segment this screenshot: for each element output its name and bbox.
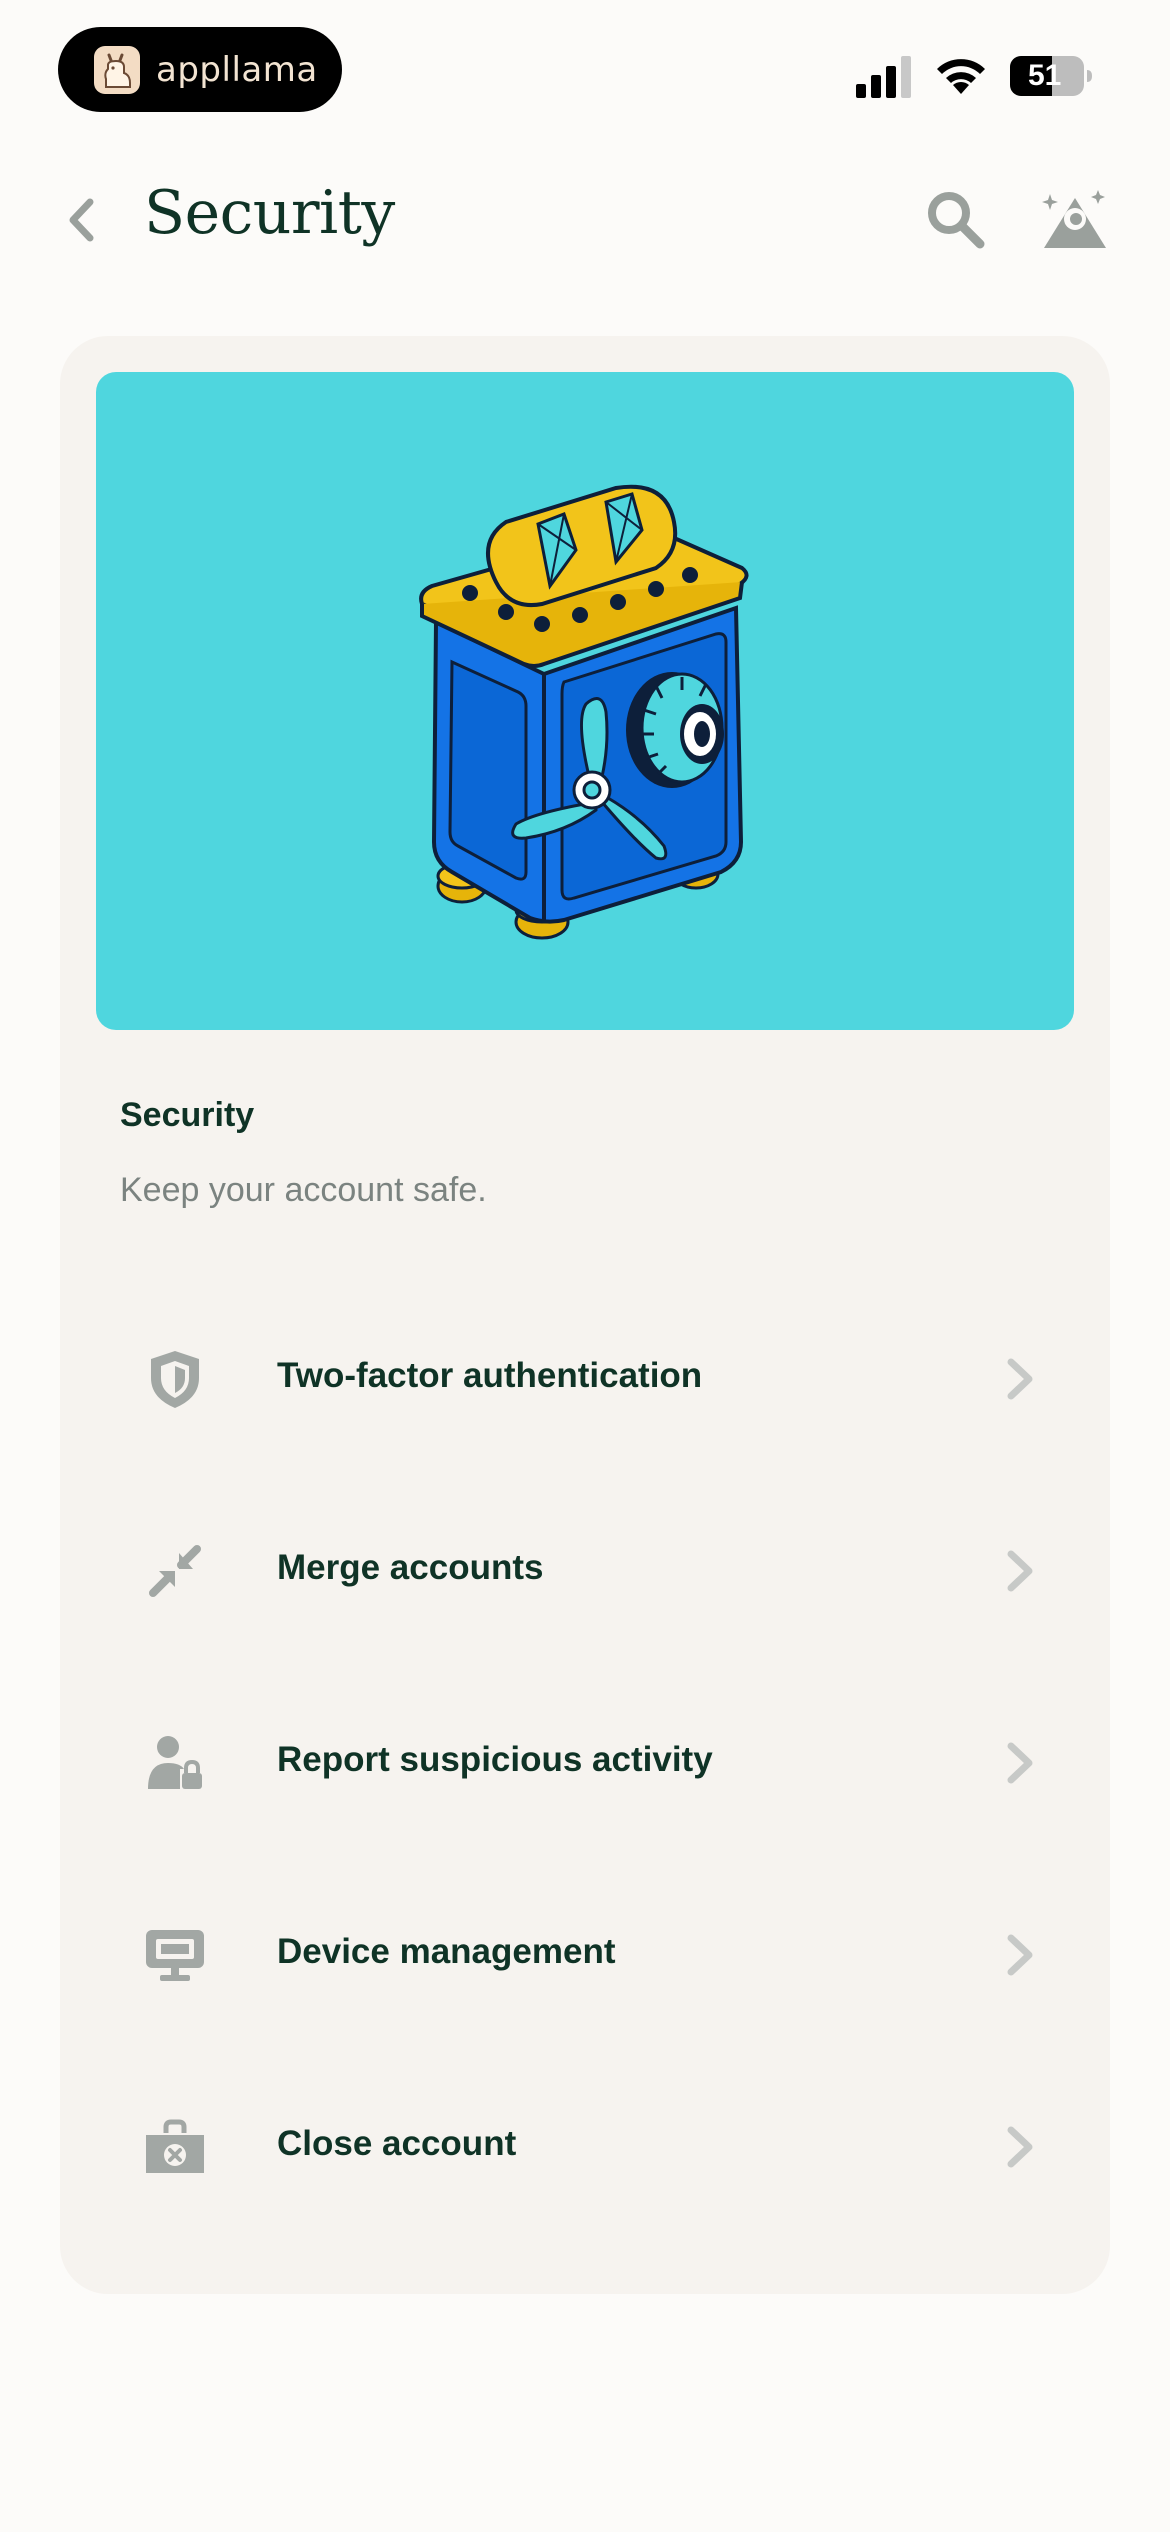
menu-item-label: Two-factor authentication: [277, 1356, 703, 1395]
menu-item-report-suspicious-activity[interactable]: Report suspicious activity: [60, 1666, 1110, 1858]
page-title: Security: [144, 178, 395, 248]
security-menu: Two-factor authentication Merge accounts: [60, 1282, 1110, 2242]
status-bar: appllama 51: [0, 0, 1170, 130]
battery-icon: 51: [1010, 56, 1092, 96]
profile-button[interactable]: [1040, 186, 1110, 252]
top-navigation: Security: [0, 160, 1170, 280]
monitor-icon: [144, 1924, 206, 1986]
section-subtitle: Keep your account safe.: [120, 1171, 487, 1209]
app-name: appllama: [156, 49, 318, 90]
section-heading: Security: [120, 1096, 255, 1134]
menu-item-close-account[interactable]: Close account: [60, 2050, 1110, 2242]
chevron-right-icon: [1007, 1358, 1033, 1400]
safe-illustration: [419, 484, 749, 940]
pyramid-eye-icon: [1042, 190, 1106, 248]
menu-item-merge-accounts[interactable]: Merge accounts: [60, 1474, 1110, 1666]
cellular-signal-icon: [856, 56, 911, 98]
security-card: Security Keep your account safe. Two-fac…: [60, 336, 1110, 2294]
chevron-right-icon: [1007, 1934, 1033, 1976]
user-lock-icon: [144, 1732, 206, 1794]
menu-item-label: Close account: [277, 2124, 517, 2163]
menu-item-device-management[interactable]: Device management: [60, 1858, 1110, 2050]
shield-icon: [144, 1348, 206, 1410]
briefcase-x-icon: [144, 2116, 206, 2178]
chevron-right-icon: [1007, 1742, 1033, 1784]
menu-item-label: Device management: [277, 1932, 616, 1971]
search-button[interactable]: [924, 188, 988, 252]
menu-item-label: Merge accounts: [277, 1548, 544, 1587]
chevron-right-icon: [1007, 1550, 1033, 1592]
menu-item-label: Report suspicious activity: [277, 1740, 713, 1779]
llama-logo-icon: [94, 45, 140, 94]
battery-level: 51: [1028, 59, 1062, 92]
wifi-icon: [937, 59, 985, 94]
search-icon: [928, 192, 985, 249]
menu-item-two-factor-authentication[interactable]: Two-factor authentication: [60, 1282, 1110, 1474]
chevron-right-icon: [1007, 2126, 1033, 2168]
chevron-left-icon: [69, 198, 94, 242]
merge-arrows-icon: [144, 1540, 206, 1602]
back-button[interactable]: [58, 190, 104, 250]
app-indicator-pill[interactable]: appllama: [58, 27, 342, 112]
hero-banner: [96, 372, 1074, 1030]
